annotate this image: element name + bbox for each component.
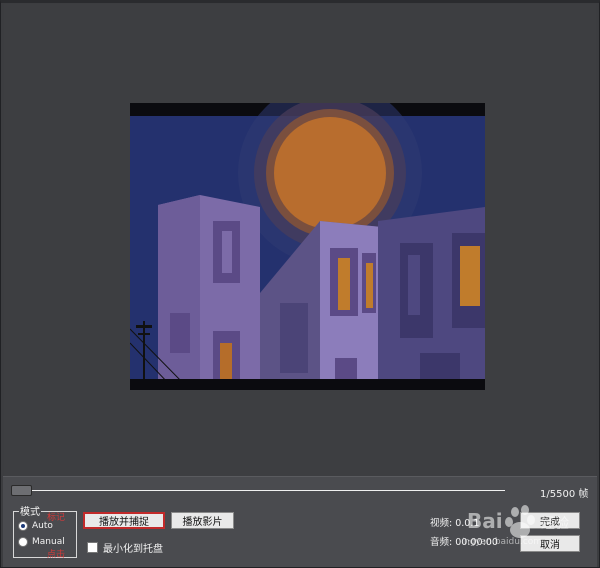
- control-panel: 1/5500 帧 模式 Auto Manual 标记 点击 播放并捕捉 播放影片…: [3, 476, 597, 567]
- play-capture-button[interactable]: 播放并捕捉: [83, 512, 165, 529]
- play-movie-button[interactable]: 播放影片: [171, 512, 234, 529]
- mode-title: 模式: [19, 503, 41, 518]
- seek-thumb[interactable]: [11, 485, 32, 496]
- minimize-checkbox[interactable]: [87, 542, 98, 553]
- mode-manual-option[interactable]: Manual: [18, 537, 65, 547]
- seek-bar[interactable]: [13, 490, 505, 491]
- radio-auto[interactable]: [18, 521, 28, 531]
- minimize-to-tray[interactable]: 最小化到托盘: [87, 540, 163, 555]
- annotation-click: 点击: [47, 550, 66, 560]
- video-frame: [130, 103, 485, 390]
- ok-button[interactable]: 完成: [520, 512, 580, 529]
- frame-counter: 1/5500 帧: [540, 489, 589, 500]
- mode-manual-label: Manual: [32, 537, 65, 547]
- annotation-mark: 标记: [47, 513, 66, 523]
- cancel-button[interactable]: 取消: [520, 535, 580, 552]
- audio-stat: 音频: 00:00:00: [430, 537, 498, 548]
- video-stat: 视频: 0.0.1: [430, 518, 480, 529]
- mode-group: [13, 511, 77, 558]
- minimize-label: 最小化到托盘: [103, 544, 163, 555]
- radio-manual[interactable]: [18, 537, 28, 547]
